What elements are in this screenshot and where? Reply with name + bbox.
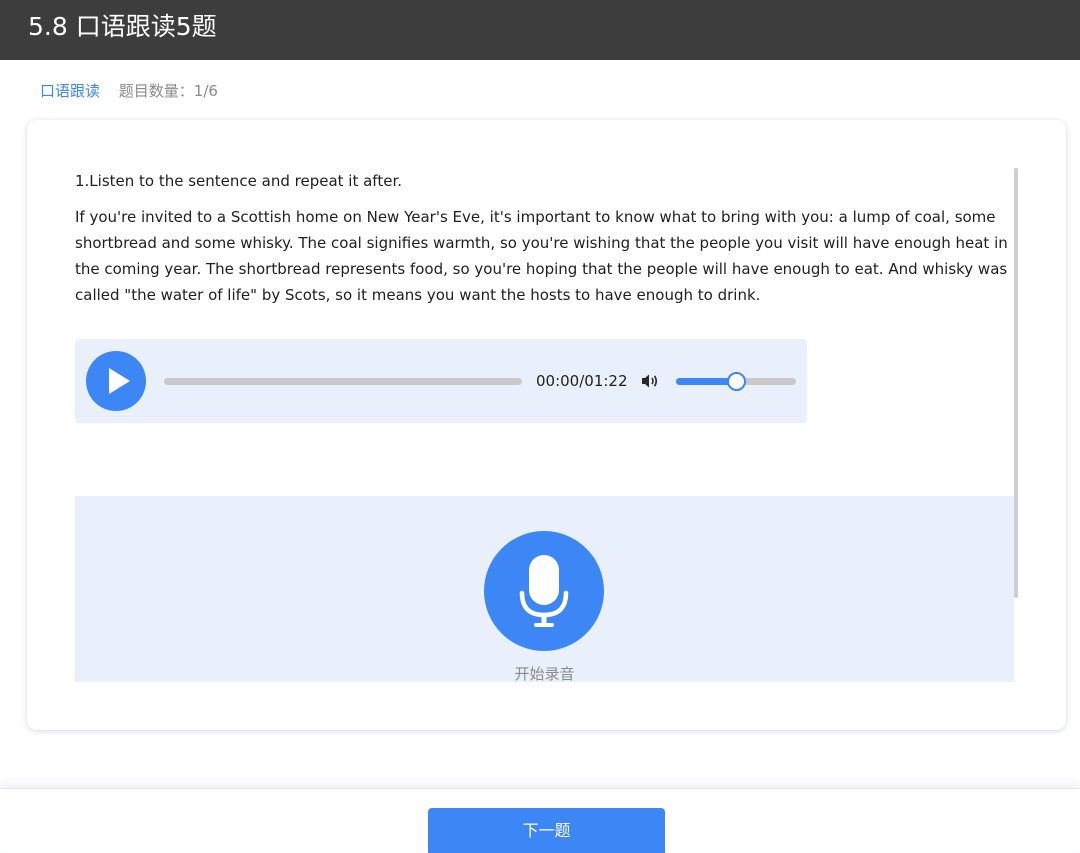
audio-player: 00:00/01:22 <box>75 339 807 423</box>
breadcrumb: 口语跟读 题目数量：1/6 <box>40 81 218 101</box>
tab-oral-repeat[interactable]: 口语跟读 <box>40 82 100 100</box>
play-icon <box>109 368 130 394</box>
audio-time: 00:00/01:22 <box>536 372 628 390</box>
top-bar: 5.8 口语跟读5题 <box>0 0 1080 60</box>
volume-icon[interactable] <box>641 372 659 390</box>
volume-knob[interactable] <box>726 372 746 391</box>
question-card: 1.Listen to the sentence and repeat it a… <box>27 120 1066 730</box>
page-title: 5.8 口语跟读5题 <box>28 12 217 41</box>
footer-bar: 下一题 <box>0 788 1080 853</box>
record-button[interactable] <box>484 531 604 651</box>
question-title: 1.Listen to the sentence and repeat it a… <box>75 172 402 190</box>
question-passage: If you're invited to a Scottish home on … <box>75 208 1008 304</box>
next-question-button[interactable]: 下一题 <box>428 808 665 853</box>
microphone-icon <box>519 555 569 627</box>
record-label: 开始录音 <box>514 665 575 682</box>
question-scroll-area: 1.Listen to the sentence and repeat it a… <box>27 120 1066 682</box>
vertical-scrollbar[interactable] <box>1014 168 1018 598</box>
record-panel: 开始录音 <box>75 496 1014 682</box>
play-button[interactable] <box>86 351 146 411</box>
volume-slider[interactable] <box>676 372 796 391</box>
question-count: 题目数量：1/6 <box>118 82 218 100</box>
audio-progress-track[interactable] <box>164 378 522 385</box>
